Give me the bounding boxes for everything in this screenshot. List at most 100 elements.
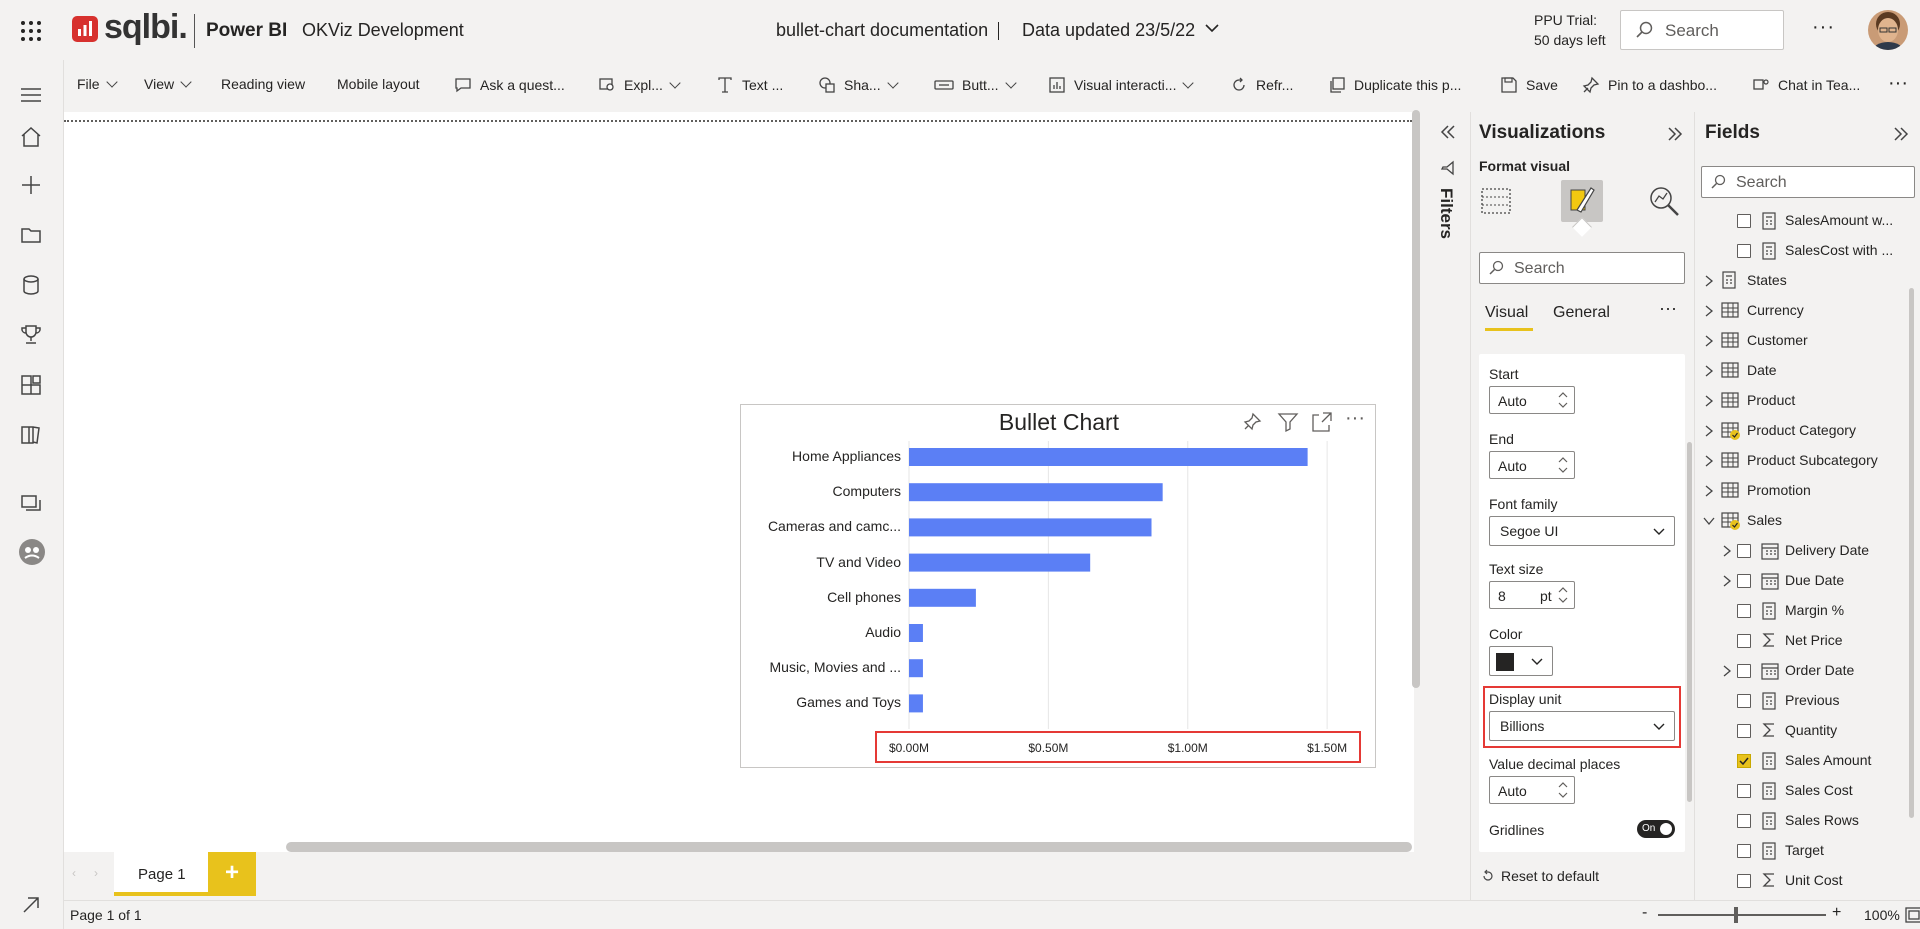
field-item[interactable]: SalesCost with ...	[1695, 236, 1905, 266]
toolbar-more-icon[interactable]: ···	[1888, 72, 1908, 95]
field-item[interactable]: Sales	[1695, 506, 1905, 536]
chevron-right-icon[interactable]	[1703, 455, 1715, 467]
expand-arrow-icon[interactable]	[18, 892, 44, 918]
field-checkbox[interactable]	[1737, 694, 1751, 708]
zoom-slider[interactable]	[1658, 907, 1826, 923]
end-input[interactable]: Auto	[1489, 451, 1575, 479]
tab-visual[interactable]: Visual	[1485, 304, 1533, 331]
text-size-input[interactable]: 8 pt	[1489, 581, 1575, 609]
explore-button[interactable]: Expl...	[598, 76, 681, 94]
page-prev-icon[interactable]: ‹	[72, 866, 76, 880]
learn-icon[interactable]	[18, 422, 44, 448]
chevron-right-icon[interactable]	[1703, 365, 1715, 377]
field-item[interactable]: Order Date	[1695, 656, 1905, 686]
field-checkbox[interactable]	[1737, 784, 1751, 798]
build-visual-icon[interactable]	[1479, 184, 1513, 218]
workspace-avatar-icon[interactable]	[18, 538, 45, 565]
field-item[interactable]: Unit Cost	[1695, 866, 1905, 896]
field-item[interactable]: Product	[1695, 386, 1905, 416]
zoom-out-button[interactable]: -	[1642, 904, 1647, 922]
avatar[interactable]	[1868, 10, 1908, 50]
workspace-name[interactable]: OKViz Development	[302, 20, 464, 41]
page-next-icon[interactable]: ›	[94, 866, 98, 880]
field-item[interactable]: Due Date	[1695, 566, 1905, 596]
home-icon[interactable]	[18, 124, 44, 150]
chevron-right-icon[interactable]	[1703, 395, 1715, 407]
collapse-visualizations-icon[interactable]	[1667, 126, 1683, 142]
vertical-scrollbar[interactable]	[1412, 110, 1420, 688]
field-checkbox[interactable]	[1737, 844, 1751, 858]
field-checkbox[interactable]	[1737, 664, 1751, 678]
pane-more-icon[interactable]: ···	[1659, 298, 1677, 319]
analytics-icon[interactable]	[1647, 184, 1681, 218]
global-search-input[interactable]: Search	[1620, 10, 1784, 50]
field-checkbox[interactable]	[1737, 724, 1751, 738]
data-updated-label[interactable]: Data updated 23/5/22	[1022, 20, 1195, 41]
fields-scrollbar[interactable]	[1909, 288, 1914, 818]
field-item[interactable]: Net Price	[1695, 626, 1905, 656]
field-checkbox[interactable]	[1737, 244, 1751, 258]
field-item[interactable]: SalesAmount w...	[1695, 206, 1905, 236]
pane-search-input[interactable]: Search	[1479, 252, 1685, 284]
field-item[interactable]: Currency	[1695, 296, 1905, 326]
horizontal-scrollbar[interactable]	[286, 842, 1412, 852]
field-checkbox[interactable]	[1737, 544, 1751, 558]
chat-teams-button[interactable]: Chat in Tea...	[1752, 76, 1860, 94]
chevron-right-icon[interactable]	[1703, 335, 1715, 347]
decimal-places-input[interactable]: Auto	[1489, 776, 1575, 804]
field-item[interactable]: Delivery Date	[1695, 536, 1905, 566]
fields-search-input[interactable]: Search	[1701, 166, 1915, 198]
field-item[interactable]: Promotion	[1695, 476, 1905, 506]
start-input[interactable]: Auto	[1489, 386, 1575, 414]
create-icon[interactable]	[18, 172, 44, 198]
chevron-right-icon[interactable]	[1721, 575, 1733, 587]
spinner-icon[interactable]	[1558, 780, 1568, 800]
chevron-right-icon[interactable]	[1703, 485, 1715, 497]
chevron-right-icon[interactable]	[1721, 545, 1733, 557]
field-item[interactable]: Margin %	[1695, 596, 1905, 626]
display-unit-dropdown[interactable]: Billions	[1489, 711, 1675, 741]
bullet-chart-visual[interactable]: Bullet Chart ··· Home Appliances Computer…	[740, 404, 1376, 768]
report-canvas[interactable]: Bullet Chart ··· Home Appliances Computer…	[64, 110, 1420, 852]
expand-filters-icon[interactable]	[1440, 124, 1456, 140]
pin-dashboard-button[interactable]: Pin to a dashbo...	[1582, 76, 1717, 94]
chevron-right-icon[interactable]	[1721, 665, 1733, 677]
shapes-button[interactable]: Sha...	[818, 76, 899, 94]
tab-general[interactable]: General	[1553, 304, 1610, 322]
spinner-icon[interactable]	[1558, 455, 1568, 475]
field-checkbox[interactable]	[1737, 874, 1751, 888]
apps-icon[interactable]	[18, 372, 44, 398]
chevron-down-icon[interactable]	[1703, 515, 1715, 527]
refresh-button[interactable]: Refr...	[1230, 76, 1293, 94]
format-visual-icon[interactable]	[1561, 180, 1603, 222]
buttons-button[interactable]: Butt...	[934, 76, 1017, 94]
datahub-icon[interactable]	[18, 272, 44, 298]
collapse-fields-icon[interactable]	[1893, 126, 1909, 142]
duplicate-page-button[interactable]: Duplicate this p...	[1328, 76, 1461, 94]
visual-interactions-button[interactable]: Visual interacti...	[1048, 76, 1195, 94]
field-item[interactable]: Product Category	[1695, 416, 1905, 446]
fit-to-page-icon[interactable]	[1904, 906, 1920, 924]
ask-question-button[interactable]: Ask a quest...	[454, 76, 565, 94]
field-checkbox[interactable]	[1737, 634, 1751, 648]
app-launcher-icon[interactable]	[20, 20, 42, 42]
font-family-dropdown[interactable]: Segoe UI	[1489, 516, 1675, 546]
field-item[interactable]: Sales Amount	[1695, 746, 1905, 776]
field-item[interactable]: Target	[1695, 836, 1905, 866]
mobile-layout-button[interactable]: Mobile layout	[337, 76, 420, 92]
color-picker[interactable]	[1489, 646, 1553, 676]
zoom-thumb[interactable]	[1734, 907, 1738, 923]
chevron-right-icon[interactable]	[1703, 305, 1715, 317]
page-tab[interactable]: Page 1	[114, 852, 208, 896]
field-item[interactable]: Customer	[1695, 326, 1905, 356]
field-item[interactable]: Date	[1695, 356, 1905, 386]
gridlines-toggle[interactable]: On	[1637, 820, 1675, 838]
save-button[interactable]: Save	[1500, 76, 1558, 94]
chevron-down-icon[interactable]	[1204, 20, 1220, 36]
zoom-in-button[interactable]: +	[1832, 904, 1841, 922]
chevron-right-icon[interactable]	[1703, 275, 1715, 287]
file-menu[interactable]: File	[77, 76, 118, 92]
field-item[interactable]: Sales Cost	[1695, 776, 1905, 806]
chevron-right-icon[interactable]	[1703, 425, 1715, 437]
product-name[interactable]: Power BI	[206, 20, 287, 42]
